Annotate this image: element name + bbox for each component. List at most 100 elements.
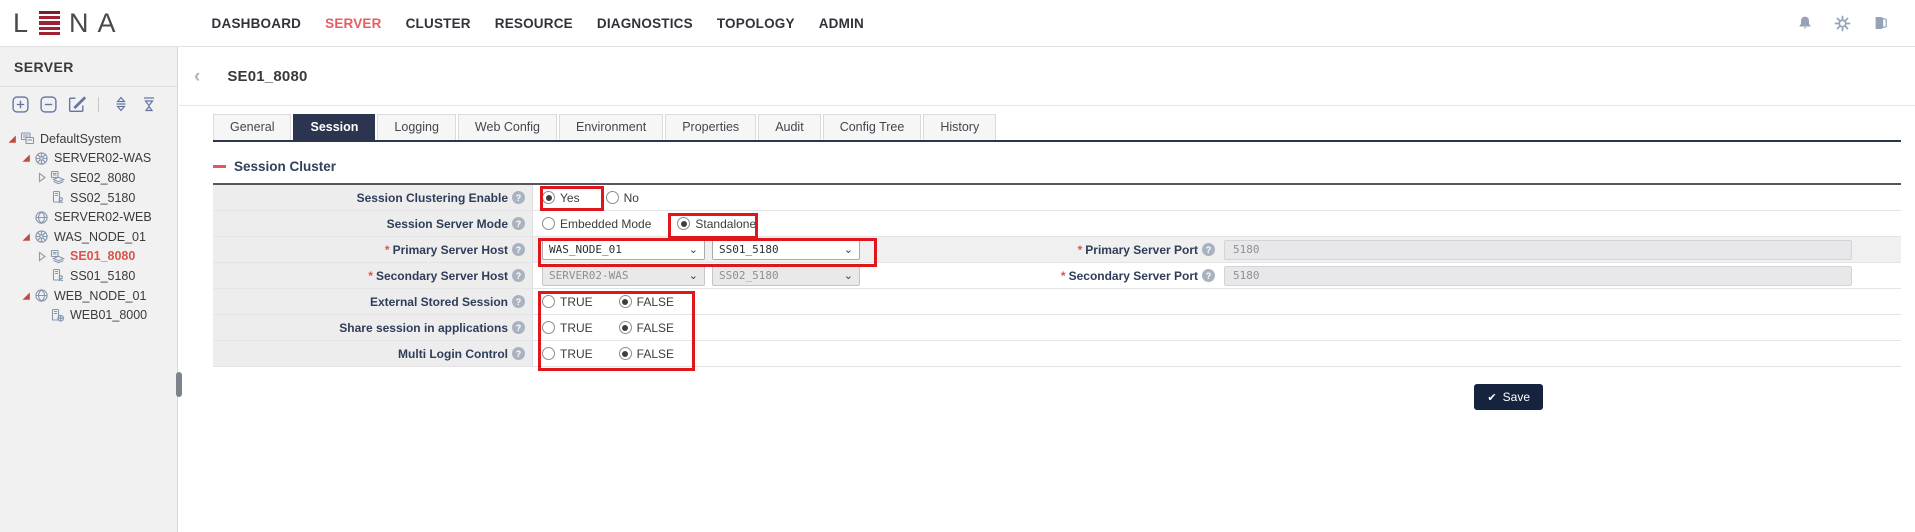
radio-label: Yes	[560, 191, 580, 205]
help-icon[interactable]: ?	[512, 243, 525, 256]
help-icon[interactable]: ?	[1202, 243, 1215, 256]
radio-false[interactable]: FALSE	[619, 321, 674, 335]
row-label-text: Session Server Mode	[387, 217, 508, 231]
tree-item-server02-was[interactable]: SERVER02-WAS	[0, 149, 177, 169]
required-asterisk: *	[1078, 243, 1083, 257]
form-row-session-server-mode: Session Server Mode ? Embedded Mode Stan…	[213, 211, 1901, 237]
radio-selected-icon	[619, 347, 632, 360]
tab-audit[interactable]: Audit	[758, 114, 821, 140]
form-row-external-stored-session: External Stored Session ? TRUE FALSE	[213, 289, 1901, 315]
collapse-all-icon[interactable]	[139, 95, 158, 114]
radio-unselected-icon	[606, 191, 619, 204]
page-title: SE01_8080	[227, 68, 307, 85]
primary-host-select[interactable]: WAS_NODE_01 ⌄	[542, 239, 705, 260]
radio-false[interactable]: FALSE	[619, 347, 674, 361]
logout-icon[interactable]	[1872, 15, 1889, 32]
nav-dashboard[interactable]: DASHBOARD	[210, 10, 304, 37]
radio-yes[interactable]: Yes	[542, 191, 580, 205]
gear-icon[interactable]	[1834, 15, 1851, 32]
radio-standalone[interactable]: Standalone	[677, 217, 756, 231]
tree-item-ss02-5180[interactable]: SS02_5180	[0, 188, 177, 208]
tree-item-was-node-01[interactable]: WAS_NODE_01	[0, 227, 177, 247]
help-icon[interactable]: ?	[512, 269, 525, 282]
check-icon: ✔	[1487, 391, 1496, 404]
radio-true[interactable]: TRUE	[542, 295, 593, 309]
tab-environment[interactable]: Environment	[559, 114, 663, 140]
help-icon[interactable]: ?	[512, 347, 525, 360]
add-icon[interactable]	[11, 95, 30, 114]
radio-no[interactable]: No	[606, 191, 639, 205]
help-icon[interactable]: ?	[1202, 269, 1215, 282]
tree-expanded-icon[interactable]	[20, 232, 32, 242]
web-node-icon	[34, 288, 50, 303]
nav-server[interactable]: SERVER	[323, 10, 383, 37]
logo-letter: N	[69, 8, 91, 39]
help-icon[interactable]: ?	[512, 217, 525, 230]
form-row-session-clustering-enable: Session Clustering Enable ? Yes No	[213, 185, 1901, 211]
tree-item-defaultsystem[interactable]: DefaultSystem	[0, 129, 177, 149]
nav-topology[interactable]: TOPOLOGY	[715, 10, 797, 37]
nav-admin[interactable]: ADMIN	[817, 10, 866, 37]
chevron-down-icon: ⌄	[844, 269, 853, 282]
row-label: Session Clustering Enable ?	[213, 185, 533, 210]
radio-true[interactable]: TRUE	[542, 347, 593, 361]
radio-unselected-icon	[542, 321, 555, 334]
radio-true[interactable]: TRUE	[542, 321, 593, 335]
nav-diagnostics[interactable]: DIAGNOSTICS	[595, 10, 695, 37]
tab-general[interactable]: General	[213, 114, 291, 140]
nav-cluster[interactable]: CLUSTER	[404, 10, 473, 37]
collapse-sidebar-icon[interactable]: ‹	[194, 67, 200, 86]
radio-false[interactable]: FALSE	[619, 295, 674, 309]
tab-logging[interactable]: Logging	[377, 114, 456, 140]
expand-all-icon[interactable]	[111, 95, 130, 114]
select-value: SS01_5180	[719, 243, 779, 256]
tree-item-label: WAS_NODE_01	[54, 230, 146, 244]
tree-item-web-node-01[interactable]: WEB_NODE_01	[0, 286, 177, 306]
sidebar-title: SERVER	[0, 47, 177, 87]
row-label-text: Primary Server Host	[393, 243, 508, 257]
tab-web-config[interactable]: Web Config	[458, 114, 557, 140]
required-asterisk: *	[385, 243, 390, 257]
form-row-primary-server-host: * Primary Server Host ? WAS_NODE_01 ⌄ SS…	[213, 237, 1901, 263]
tree-collapsed-icon[interactable]	[36, 172, 48, 183]
tree-item-ss01-5180[interactable]: SS01_5180	[0, 266, 177, 286]
remove-icon[interactable]	[39, 95, 58, 114]
sidebar-scrollbar-thumb[interactable]	[176, 372, 182, 397]
nav-resource[interactable]: RESOURCE	[493, 10, 575, 37]
chevron-down-icon: ⌄	[689, 243, 698, 256]
radio-label: FALSE	[637, 321, 674, 335]
tab-config-tree[interactable]: Config Tree	[823, 114, 922, 140]
row-value: TRUE FALSE	[533, 289, 1901, 314]
row-label-text: Session Clustering Enable	[357, 191, 508, 205]
help-icon[interactable]: ?	[512, 191, 525, 204]
app-logo[interactable]: L N A	[13, 8, 118, 39]
form-actions: ✔ Save	[179, 384, 1915, 410]
tab-session[interactable]: Session	[293, 114, 375, 140]
tree-expanded-icon[interactable]	[6, 134, 18, 144]
tree-item-se02-8080[interactable]: SE02_8080	[0, 168, 177, 188]
edit-icon[interactable]	[67, 95, 86, 114]
tree-item-label: WEB_NODE_01	[54, 289, 146, 303]
server-tree: DefaultSystem SERVER02-WAS	[0, 121, 177, 325]
tree-expanded-icon[interactable]	[20, 153, 32, 163]
help-icon[interactable]: ?	[512, 295, 525, 308]
tree-item-web01-8000[interactable]: WEB01_8000	[0, 305, 177, 325]
tab-history[interactable]: History	[923, 114, 996, 140]
radio-label: Standalone	[695, 217, 756, 231]
row-value: WAS_NODE_01 ⌄ SS01_5180 ⌄ * Primary Serv…	[533, 237, 1901, 262]
primary-session-server-select[interactable]: SS01_5180 ⌄	[712, 239, 860, 260]
was-node-icon	[34, 229, 50, 244]
radio-embedded-mode[interactable]: Embedded Mode	[542, 217, 651, 231]
tree-item-server02-web[interactable]: SERVER02-WEB	[0, 207, 177, 227]
bell-icon[interactable]	[1796, 15, 1813, 32]
tree-collapsed-icon[interactable]	[36, 251, 48, 262]
save-button[interactable]: ✔ Save	[1474, 384, 1543, 410]
chevron-down-icon: ⌄	[689, 269, 698, 282]
help-icon[interactable]: ?	[512, 321, 525, 334]
tab-properties[interactable]: Properties	[665, 114, 756, 140]
row-label: * Secondary Server Host ?	[213, 263, 533, 288]
radio-label: No	[624, 191, 639, 205]
tree-expanded-icon[interactable]	[20, 291, 32, 301]
secondary-server-port-input: 5180	[1224, 266, 1852, 286]
tree-item-se01-8080[interactable]: SE01_8080	[0, 247, 177, 267]
